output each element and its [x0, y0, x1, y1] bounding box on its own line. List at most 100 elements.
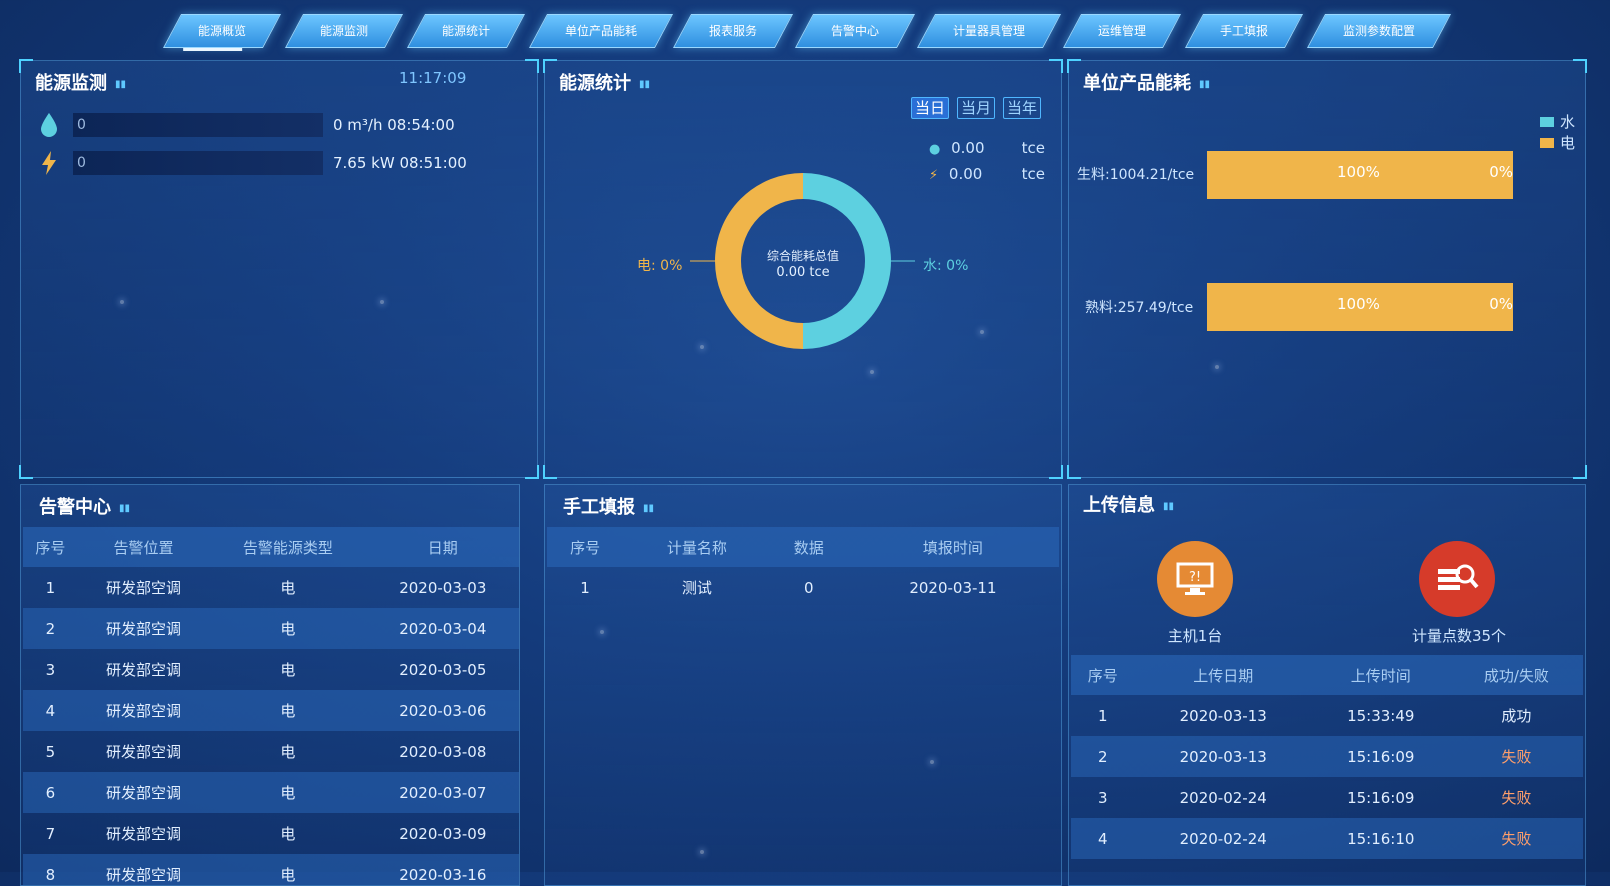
panel-title-text: 手工填报 — [563, 497, 635, 518]
cell: 电 — [209, 608, 367, 649]
manual-entry-panel: 手工填报 ▮▮ 序号 计量名称 数据 填报时间 1 测试 0 2020-03-11 — [544, 484, 1062, 886]
unit-bar: 100% 0% — [1207, 151, 1513, 199]
nav-item[interactable]: 告警中心 — [794, 14, 916, 48]
table-row[interactable]: 1 研发部空调 电 2020-03-03 — [23, 567, 519, 608]
cell: 失败 — [1449, 736, 1583, 777]
corner-decoration — [21, 485, 33, 497]
nav-item[interactable]: 单位产品能耗 — [528, 14, 674, 48]
manual-table: 序号 计量名称 数据 填报时间 1 测试 0 2020-03-11 — [547, 527, 1059, 608]
panel-title: 告警中心 ▮▮ — [39, 493, 130, 519]
nav-item[interactable]: 手工填报 — [1184, 14, 1304, 48]
cell: 测试 — [681, 579, 712, 597]
table-row[interactable]: 8 研发部空调电 2020-03-16 — [23, 854, 519, 885]
table-row[interactable]: 1 测试 0 2020-03-11 — [547, 567, 1059, 608]
table-row[interactable]: 5 研发部空调 电 2020-03-08 — [23, 731, 519, 772]
signal-icon: ▮▮ — [115, 78, 127, 90]
cell: 2020-03-08 — [399, 742, 487, 761]
table-row[interactable]: 1 2020-03-13 15:33:49 成功 — [1071, 695, 1583, 736]
nav-label: 告警中心 — [830, 24, 879, 38]
cell: 研发部空调 — [106, 743, 182, 761]
cell: 2020-02-24 — [1134, 818, 1312, 859]
signal-icon: ▮▮ — [119, 502, 131, 514]
cell: 失败 — [1501, 789, 1532, 807]
nav-item[interactable]: 能源监测 — [284, 14, 404, 48]
table-row[interactable]: 3 研发部空调 电 2020-03-05 — [23, 649, 519, 690]
corner-decoration — [19, 465, 33, 479]
unit-row-label: 生料:1004.21/tce — [1077, 167, 1195, 183]
table-row[interactable]: 3 2020-02-24 15:16:09 失败 — [1071, 777, 1583, 818]
energy-monitor-panel: 能源监测 ▮▮ 11:17:09 0 0 m³/h 08:54:00 0 7.65… — [19, 59, 539, 479]
column-header: 上传时间 — [1311, 655, 1450, 695]
water-stat-unit: tce — [1021, 139, 1045, 157]
table-row[interactable]: 7 研发部空调 电 2020-03-09 — [23, 813, 519, 854]
alarm-panel: 告警中心 ▮▮ 序号 告警位置 告警能源类型 日期 1 研发部空调电 2020-03-… — [20, 484, 520, 886]
cell: 2020-03-11 — [909, 578, 997, 597]
corner-decoration — [545, 485, 557, 497]
water-percent-label: 水: 0% — [923, 258, 969, 274]
cell: 2020-03-16 — [366, 854, 519, 885]
bar-left-percent: 100% — [1337, 163, 1380, 181]
legend-swatch — [1539, 138, 1554, 148]
legend-label: 电 — [1559, 134, 1575, 152]
nav-item[interactable]: 监测参数配置 — [1306, 14, 1452, 48]
cell: 电 — [209, 772, 367, 813]
panel-title: 上传信息 ▮▮ — [1083, 491, 1174, 517]
table-row[interactable]: 4 2020-02-24 15:16:10 失败 — [1071, 818, 1583, 859]
column-header: 序号 — [23, 527, 78, 567]
table-row[interactable]: 6 研发部空调电 2020-03-07 — [23, 772, 519, 813]
cell: 电 — [280, 661, 296, 679]
legend-swatch — [1539, 117, 1554, 127]
column-header: 成功/失败 — [1449, 655, 1583, 695]
column-header: 数据 — [770, 527, 847, 567]
corner-decoration — [1069, 485, 1081, 497]
alarm-table: 序号 告警位置 告警能源类型 日期 1 研发部空调电 2020-03-03 2 研发部… — [23, 527, 519, 885]
metering-points-icon[interactable] — [1419, 541, 1495, 617]
cell: 8 — [23, 854, 78, 885]
tab-month[interactable]: 当月 — [956, 97, 995, 119]
nav-item[interactable]: 计量器具管理 — [916, 14, 1062, 48]
legend-item-electric: 电 — [1539, 132, 1575, 153]
panel-title-text: 单位产品能耗 — [1083, 73, 1191, 94]
table-row[interactable]: 4 研发部空调电 2020-03-06 — [23, 690, 519, 731]
cell: 电 — [209, 690, 367, 731]
signal-icon: ▮▮ — [643, 502, 655, 514]
cell: 1 — [45, 578, 56, 597]
unit-energy-panel: 单位产品能耗 ▮▮ 水 电 生料:1004.21/tce 100% 0% 熟料:2… — [1067, 59, 1587, 479]
alarm-table-wrap: 序号 告警位置 告警能源类型 日期 1 研发部空调电 2020-03-03 2 研发部… — [23, 527, 519, 885]
cell: 研发部空调 — [77, 772, 210, 813]
column-header: 填报时间 — [846, 527, 1059, 567]
host-count-label: 主机1台 — [1167, 627, 1223, 645]
cell: 0 — [803, 578, 814, 597]
cell: 2020-02-24 — [1179, 788, 1267, 807]
corner-decoration — [1573, 59, 1587, 73]
cell: 15:33:49 — [1347, 706, 1415, 725]
cell: 1 — [580, 578, 590, 597]
table-row[interactable]: 2 研发部空调电 2020-03-04 — [23, 608, 519, 649]
table-header-row: 序号 上传日期 上传时间 成功/失败 — [1071, 655, 1583, 695]
cell: 电 — [280, 579, 296, 597]
nav-item[interactable]: 能源概览 — [162, 14, 282, 48]
host-monitor-icon[interactable]: ?! — [1157, 541, 1233, 617]
column-header: 计量名称 — [623, 527, 771, 567]
nav-item[interactable]: 运维管理 — [1062, 14, 1182, 48]
nav-label: 能源监测 — [319, 24, 368, 38]
search-list-icon — [1438, 564, 1479, 590]
top-nav: 能源概览 能源监测 能源统计 单位产品能耗 报表服务 告警中心 计量器具管理 运… — [160, 14, 1452, 48]
cell: 研发部空调 — [77, 690, 210, 731]
metering-points-label: 计量点数35个 — [1411, 627, 1507, 645]
table-row[interactable]: 2 2020-03-13 15:16:09 失败 — [1071, 736, 1583, 777]
water-level-bar: 0 — [73, 113, 323, 137]
nav-label: 运维管理 — [1097, 24, 1146, 38]
bar-right-percent: 0% — [1489, 163, 1513, 181]
cell: 15:16:09 — [1347, 788, 1415, 807]
panel-title-text: 能源监测 — [35, 73, 107, 94]
corner-decoration — [1573, 485, 1585, 497]
cell: 2020-03-07 — [366, 772, 519, 813]
nav-item[interactable]: 报表服务 — [672, 14, 794, 48]
cell: 研发部空调 — [106, 825, 182, 843]
tab-day[interactable]: 当日 — [910, 97, 949, 119]
nav-item[interactable]: 能源统计 — [406, 14, 526, 48]
cell: 2020-03-13 — [1134, 736, 1312, 777]
cell: 3 — [45, 660, 56, 679]
tab-year[interactable]: 当年 — [1002, 97, 1041, 119]
